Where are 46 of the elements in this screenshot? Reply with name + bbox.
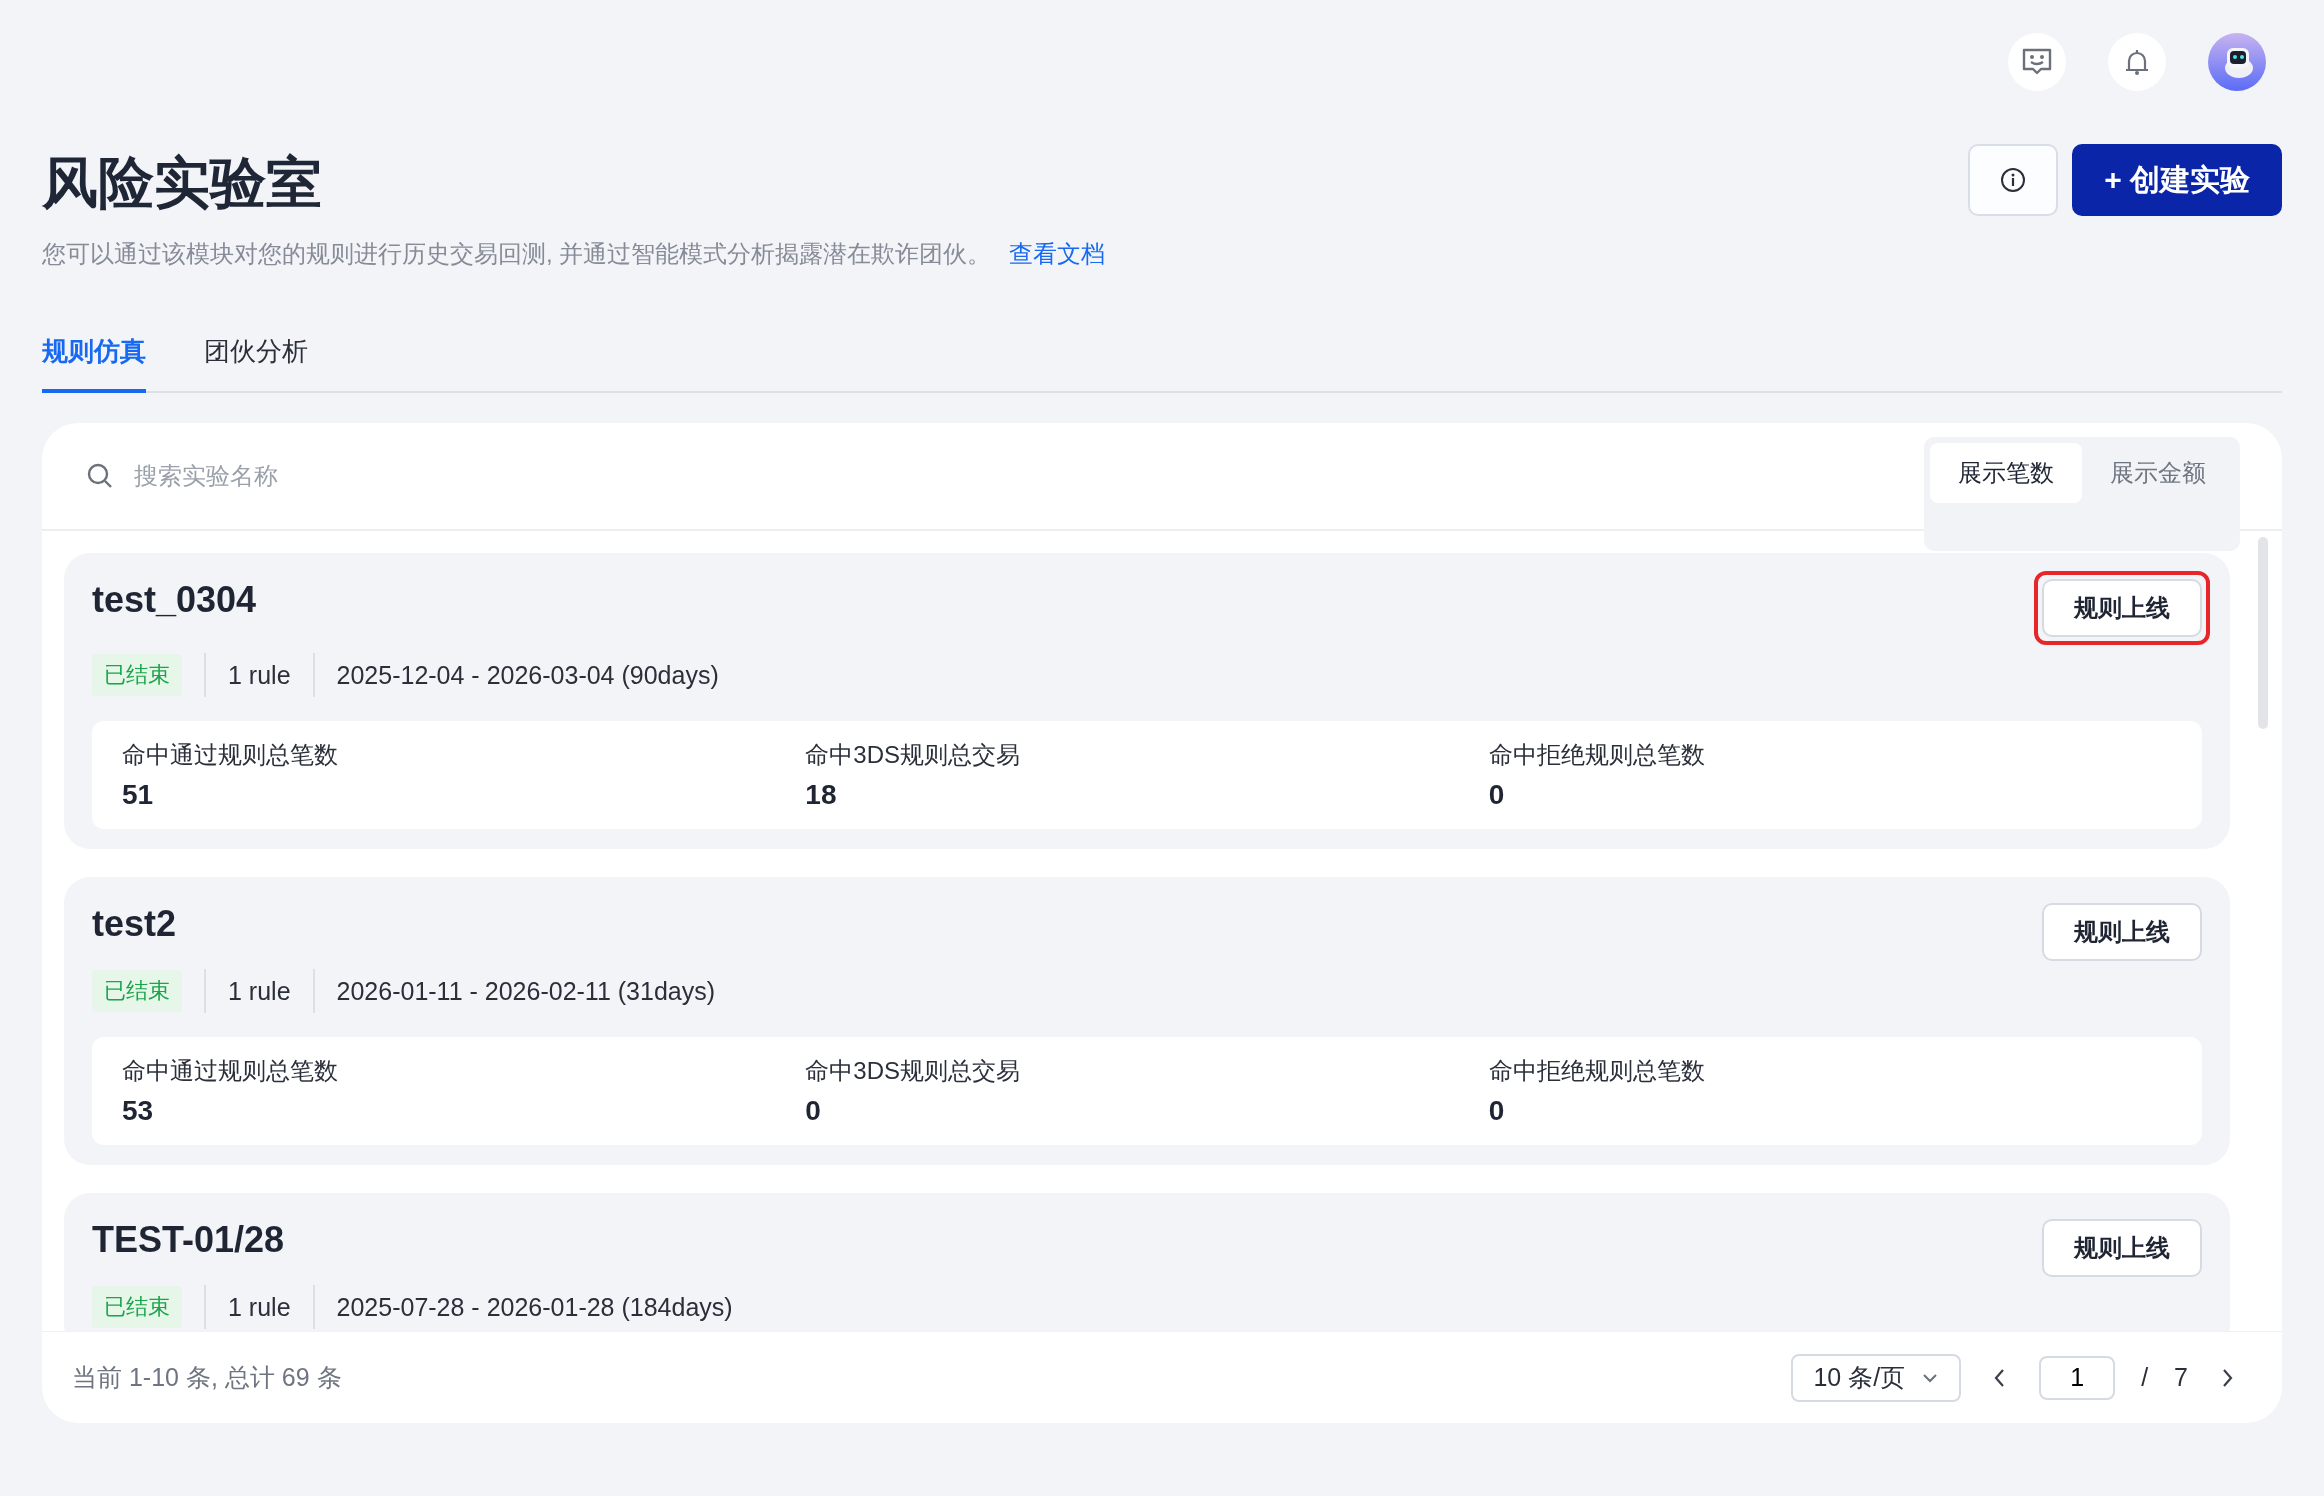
rule-count: 1 rule bbox=[228, 1292, 291, 1322]
stat-value: 0 bbox=[805, 1095, 822, 1127]
stat-label: 命中通过规则总笔数 bbox=[122, 1056, 339, 1086]
experiment-name: test2 bbox=[92, 903, 177, 945]
rule-count: 1 rule bbox=[228, 976, 291, 1006]
deploy-rule-button[interactable]: 规则上线 bbox=[2042, 1219, 2202, 1277]
tab[interactable]: 团伙分析 bbox=[204, 334, 308, 393]
deploy-rule-button[interactable]: 规则上线 bbox=[2042, 579, 2202, 637]
page-size-select[interactable]: 10 条/页 bbox=[1791, 1353, 1962, 1402]
stat-value: 53 bbox=[122, 1095, 155, 1127]
scrollbar-thumb[interactable] bbox=[2258, 537, 2268, 729]
status-tag: 已结束 bbox=[92, 654, 182, 696]
stat-value: 18 bbox=[805, 779, 838, 811]
doc-link[interactable]: 查看文档 bbox=[1009, 240, 1106, 267]
date-range: 2025-12-04 - 2026-03-04 (90days) bbox=[336, 660, 719, 690]
total-pages: 7 bbox=[2174, 1363, 2188, 1392]
page-separator: / bbox=[2141, 1363, 2149, 1392]
date-range: 2026-01-11 - 2026-02-11 (31days) bbox=[336, 976, 716, 1006]
date-range: 2025-07-28 - 2026-01-28 (184days) bbox=[336, 1292, 733, 1322]
stat-value: 0 bbox=[1488, 779, 1506, 811]
stat-label: 命中拒绝规则总笔数 bbox=[1488, 1056, 1706, 1086]
page-input[interactable]: 1 bbox=[2039, 1355, 2116, 1400]
info-icon bbox=[2000, 167, 2027, 193]
toggle-option[interactable]: 展示金额 bbox=[2082, 443, 2234, 503]
stat-label: 命中通过规则总笔数 bbox=[122, 740, 339, 770]
deploy-rule-button[interactable]: 规则上线 bbox=[2042, 903, 2202, 961]
search-field[interactable]: 搜索实验名称 bbox=[132, 461, 532, 491]
status-tag: 已结束 bbox=[92, 970, 182, 1012]
create-experiment-button[interactable]: + 创建实验 bbox=[2072, 144, 2282, 216]
tab[interactable]: 规则仿真 bbox=[42, 334, 146, 393]
experiment-name: test_0304 bbox=[92, 579, 257, 621]
info-button[interactable] bbox=[1968, 144, 2059, 216]
status-tag: 已结束 bbox=[92, 1286, 182, 1328]
stat-label: 命中3DS规则总交易 bbox=[805, 1056, 1021, 1086]
pagination-summary: 当前 1-10 条, 总计 69 条 bbox=[72, 1362, 342, 1393]
page-description: 您可以通过该模块对您的规则进行历史交易回测, 并通过智能模式分析揭露潜在欺诈团伙。 查看文档 bbox=[42, 239, 1106, 269]
avatar[interactable] bbox=[2208, 33, 2266, 91]
rule-count: 1 rule bbox=[228, 660, 291, 690]
stat-label: 命中拒绝规则总笔数 bbox=[1488, 740, 1706, 770]
experiment-name: TEST-01/28 bbox=[92, 1219, 285, 1261]
page-title: 风险实验室 bbox=[42, 150, 323, 216]
toggle-option[interactable]: 展示笔数 bbox=[1930, 443, 2082, 503]
stat-label: 命中3DS规则总交易 bbox=[805, 740, 1021, 770]
stat-value: 0 bbox=[1488, 1095, 1506, 1127]
stat-value: 51 bbox=[122, 779, 155, 811]
search-icon bbox=[86, 462, 114, 490]
